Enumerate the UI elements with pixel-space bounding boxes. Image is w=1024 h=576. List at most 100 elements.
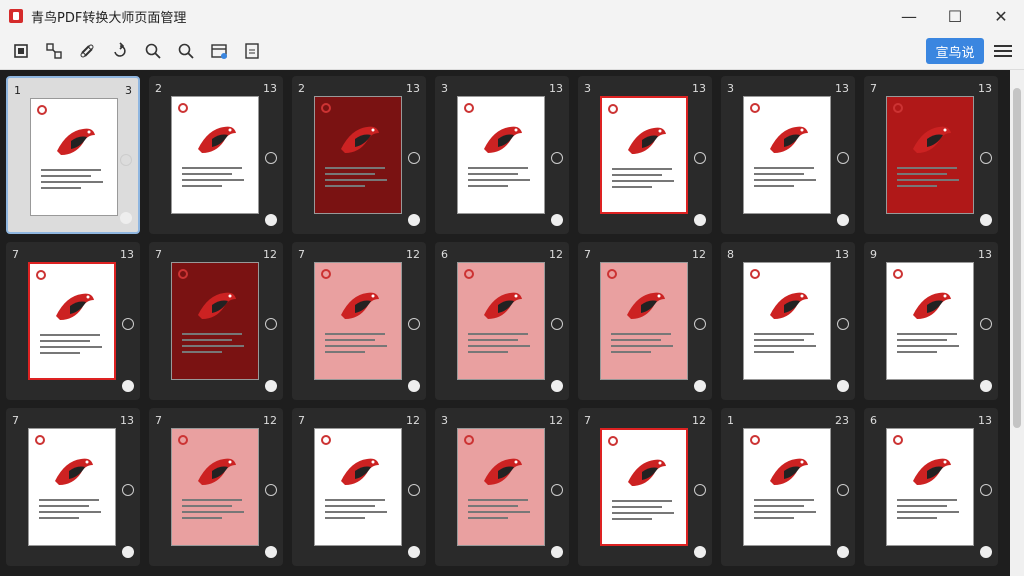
logo-icon [750, 103, 760, 113]
page-number-left: 7 [298, 414, 305, 427]
text-line [39, 511, 101, 513]
text-line [182, 351, 222, 353]
page-thumbnail[interactable]: 7 13 [6, 242, 140, 400]
select-radio[interactable] [837, 152, 849, 164]
select-radio[interactable] [837, 484, 849, 496]
text-line [612, 512, 674, 514]
page-thumbnail[interactable]: 3 13 [578, 76, 712, 234]
page-thumbnail[interactable]: 7 12 [149, 242, 283, 400]
rotate-icon[interactable] [108, 39, 132, 63]
preview-eye-icon[interactable] [408, 546, 420, 558]
logo-icon [464, 435, 474, 445]
select-radio[interactable] [408, 484, 420, 496]
select-radio[interactable] [694, 152, 706, 164]
bird-illustration-icon [198, 292, 236, 319]
preview-eye-icon[interactable] [837, 546, 849, 558]
select-radio[interactable] [551, 152, 563, 164]
preview-eye-icon[interactable] [694, 546, 706, 558]
preview-eye-icon[interactable] [265, 214, 277, 226]
split-icon[interactable] [42, 39, 66, 63]
calendar-icon[interactable] [207, 39, 231, 63]
text-line [39, 505, 89, 507]
preview-eye-icon[interactable] [265, 546, 277, 558]
text-line [182, 185, 222, 187]
preview-eye-icon[interactable] [551, 546, 563, 558]
preview-eye-icon[interactable] [694, 380, 706, 392]
page-thumbnail[interactable]: 7 13 [6, 408, 140, 566]
select-radio[interactable] [694, 318, 706, 330]
link-icon[interactable] [75, 39, 99, 63]
insert-icon[interactable] [9, 39, 33, 63]
preview-eye-icon[interactable] [408, 380, 420, 392]
text-line [41, 181, 103, 183]
minimize-button[interactable]: — [886, 0, 932, 32]
vertical-scrollbar[interactable] [1010, 70, 1024, 576]
select-radio[interactable] [122, 484, 134, 496]
preview-eye-icon[interactable] [120, 212, 132, 224]
page-number-right: 13 [692, 82, 706, 95]
bird-illustration-icon [341, 458, 379, 485]
select-radio[interactable] [551, 484, 563, 496]
preview-eye-icon[interactable] [980, 214, 992, 226]
preview-eye-icon[interactable] [980, 380, 992, 392]
select-radio[interactable] [408, 152, 420, 164]
preview-eye-icon[interactable] [551, 380, 563, 392]
menu-button[interactable] [992, 40, 1014, 62]
preview-eye-icon[interactable] [694, 214, 706, 226]
page-thumbnail[interactable]: 7 13 [864, 76, 998, 234]
preview-eye-icon[interactable] [408, 214, 420, 226]
extract-icon[interactable] [240, 39, 264, 63]
select-radio[interactable] [980, 484, 992, 496]
page-thumbnail[interactable]: 2 13 [149, 76, 283, 234]
preview-eye-icon[interactable] [265, 380, 277, 392]
preview-eye-icon[interactable] [980, 546, 992, 558]
preview-eye-icon[interactable] [837, 214, 849, 226]
page-thumbnail[interactable]: 3 13 [721, 76, 855, 234]
text-line [468, 351, 508, 353]
preview-eye-icon[interactable] [122, 380, 134, 392]
page-thumbnail[interactable]: 6 12 [435, 242, 569, 400]
page-number-right: 12 [692, 248, 706, 261]
page-thumbnail[interactable]: 7 12 [149, 408, 283, 566]
page-thumbnail[interactable]: 13 [6, 76, 140, 234]
page-thumbnail[interactable]: 7 12 [578, 408, 712, 566]
primary-action-button[interactable]: 宣鸟说 [926, 38, 984, 64]
scrollbar-thumb[interactable] [1013, 88, 1021, 428]
page-thumbnail[interactable]: 6 13 [864, 408, 998, 566]
text-line [468, 185, 508, 187]
page-thumbnail[interactable]: 8 13 [721, 242, 855, 400]
select-radio[interactable] [980, 152, 992, 164]
select-radio[interactable] [408, 318, 420, 330]
select-radio[interactable] [551, 318, 563, 330]
preview-eye-icon[interactable] [551, 214, 563, 226]
page-thumbnail[interactable]: 3 12 [435, 408, 569, 566]
close-button[interactable]: ✕ [978, 0, 1024, 32]
page-thumbnail[interactable]: 9 13 [864, 242, 998, 400]
page-thumbnail[interactable]: 7 12 [292, 242, 426, 400]
page-thumbnail[interactable]: 7 12 [292, 408, 426, 566]
select-radio[interactable] [265, 152, 277, 164]
select-radio[interactable] [122, 318, 134, 330]
text-line [325, 167, 385, 169]
bird-illustration-icon [198, 458, 236, 485]
text-line [612, 500, 672, 502]
select-radio[interactable] [120, 154, 132, 166]
text-line [611, 333, 671, 335]
preview-eye-icon[interactable] [122, 546, 134, 558]
preview-eye-icon[interactable] [837, 380, 849, 392]
select-radio[interactable] [980, 318, 992, 330]
page-thumbnail[interactable]: 7 12 [578, 242, 712, 400]
page-thumbnail[interactable]: 2 13 [292, 76, 426, 234]
select-radio[interactable] [265, 318, 277, 330]
text-line [611, 339, 661, 341]
select-radio[interactable] [694, 484, 706, 496]
text-line [754, 505, 804, 507]
select-radio[interactable] [837, 318, 849, 330]
page-thumbnail[interactable]: 3 13 [435, 76, 569, 234]
page-thumbnail[interactable]: 1 23 [721, 408, 855, 566]
maximize-button[interactable]: ☐ [932, 0, 978, 32]
zoom-in-icon[interactable] [174, 39, 198, 63]
page-number-right: 13 [120, 248, 134, 261]
zoom-out-icon[interactable] [141, 39, 165, 63]
select-radio[interactable] [265, 484, 277, 496]
